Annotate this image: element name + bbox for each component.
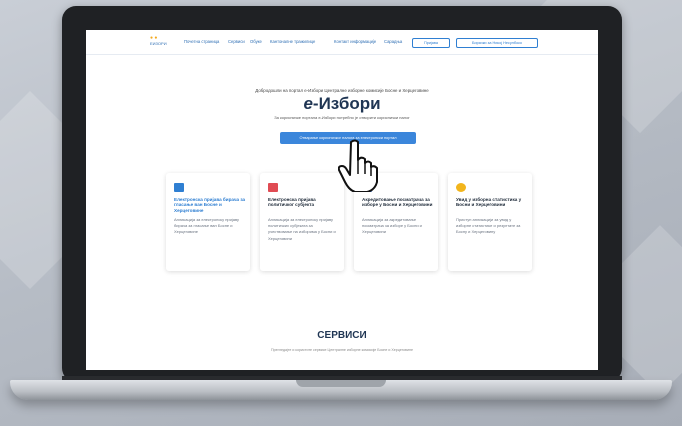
person-icon xyxy=(456,183,466,192)
card-diaspora-registration[interactable]: Електронска пријава бирача за гласање ва… xyxy=(166,173,250,271)
login-button[interactable]: Пријава xyxy=(412,38,450,48)
brand-title: е-Избори xyxy=(86,94,598,114)
site-header: ● ● ЕИЗОРИ Почетна страница Сервиси Обук… xyxy=(86,30,598,55)
register-button[interactable]: Бирачки за Никој Несулбоко xyxy=(456,38,538,48)
nav-home[interactable]: Почетна страница xyxy=(184,39,219,44)
ballot-box-icon xyxy=(174,183,184,192)
services-heading: СЕРВИСИ xyxy=(317,330,367,341)
laptop-base xyxy=(10,380,672,400)
card-title: Електронска пријава бирача за гласање ва… xyxy=(174,197,246,213)
card-title: Увид у изборна статистика у Босни и Херц… xyxy=(456,197,522,208)
nav-services[interactable]: Сервиси xyxy=(228,39,245,44)
card-title: Електронска пријава политичког субјекта xyxy=(268,197,316,208)
brand-prefix: е xyxy=(303,94,313,113)
browser-screen: ● ● ЕИЗОРИ Почетна страница Сервиси Обук… xyxy=(86,30,598,370)
card-description: Апликација за акредитовање посматрача за… xyxy=(362,217,422,235)
flag-icon xyxy=(268,183,278,192)
nav-cooperation[interactable]: Сарадња xyxy=(384,39,402,44)
site-logo[interactable]: ● ● ЕИЗОРИ xyxy=(150,36,167,49)
nav-trainings[interactable]: Обуке xyxy=(250,39,262,44)
card-description: Апликација за електронску пријаву бирача… xyxy=(174,217,240,235)
brand-name: Избори xyxy=(318,94,381,113)
welcome-text: Добродошли на портал е-Избори Централне … xyxy=(255,88,429,93)
card-description: Апликација за електронску пријаву полити… xyxy=(268,217,336,241)
hand-pointer-icon xyxy=(338,139,378,192)
nav-contact[interactable]: Контакт информације xyxy=(334,39,376,44)
laptop-notch xyxy=(296,380,386,387)
subtitle: За корисничке портала е-Избори потребно … xyxy=(274,115,410,120)
services-subtitle: Прегледајте и користите сервисе Централн… xyxy=(271,348,413,352)
card-title: Акредитовање посматрача за изборе у Босн… xyxy=(362,197,433,208)
card-election-statistics[interactable]: Увид у изборна статистика у Босни и Херц… xyxy=(448,173,532,271)
logo-text: ЕИЗОРИ xyxy=(150,41,167,46)
card-description: Приступ апликацији за увид у изборне ста… xyxy=(456,217,521,235)
nav-cantonal[interactable]: Кантоналне тражилице xyxy=(270,39,315,44)
card-party-registration[interactable]: Електронска пријава политичког субјекта … xyxy=(260,173,344,271)
